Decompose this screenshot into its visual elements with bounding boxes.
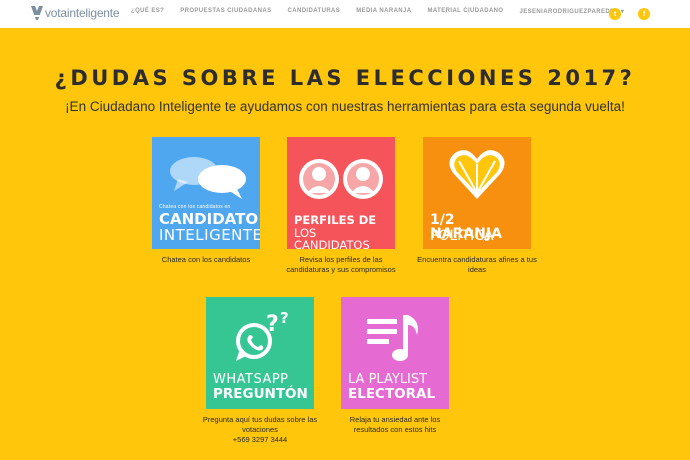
vote-logo-icon [31,6,43,20]
chat-bubbles-icon [170,157,246,199]
svg-text:?: ? [280,309,289,327]
music-note-icon [367,315,418,361]
candidate-profiles-icon [299,159,383,199]
card-caption: Relaja tu ansiedad ante los resultados c… [349,415,441,435]
brand-name: votainteligente [45,6,120,20]
card-title-line1: PERFILES DE [294,213,377,227]
chevron-down-icon: ▾ [620,9,625,15]
caption-text: Pregunta aquí tus dudas sobre las votaci… [202,415,318,435]
card-title-line2: POLÍTICA [430,228,494,244]
nav-item-candidaturas[interactable]: CANDIDATURAS [288,8,341,15]
nav-item-media-naranja[interactable]: MEDIA NARANJA [356,8,411,15]
card-title-line2: ELECTORAL [348,386,436,402]
nav-item-propuestas[interactable]: PROPUESTAS CIUDADANAS [180,8,271,15]
card-caption: Chatea con los candidatos [161,255,251,264]
card-title-line2: INTELIGENTE [159,226,260,244]
tool-card-playlist[interactable]: LA PLAYLIST ELECTORAL [341,297,449,409]
card-caption: Encuentra candidaturas afines a tus idea… [417,255,537,275]
top-navbar: votainteligente ¿QUÉ ES? PROPUESTAS CIUD… [0,0,690,28]
orange-heart-icon [449,150,505,199]
card-caption: Revisa los perfiles de las candidaturas … [286,255,396,275]
main-nav: ¿QUÉ ES? PROPUESTAS CIUDADANAS CANDIDATU… [131,8,640,15]
whatsapp-phone[interactable]: +569 3297 3444 [196,435,324,445]
tool-card-perfiles[interactable]: PERFILES DE LOS CANDIDATOS [287,137,395,249]
tool-card-whatsapp[interactable]: ? ? WHATSAPP PREGUNTÓN [206,297,314,409]
twitter-icon[interactable]: t [609,8,621,20]
tool-card-candidato-inteligente[interactable]: Chatea con los candidatos en CANDIDATO I… [152,137,260,249]
card-title-line1: WHATSAPP [213,372,289,387]
card-title-line1: CANDIDATO [159,210,259,228]
card-title-line2: LOS CANDIDATOS [294,226,370,249]
card-title-line1: LA PLAYLIST [348,372,428,387]
tool-card-media-naranja[interactable]: 1/2 NARANJA POLÍTICA [423,137,531,249]
nav-item-que-es[interactable]: ¿QUÉ ES? [131,8,164,15]
page-title: ¿DUDAS SOBRE LAS ELECCIONES 2017? [54,66,636,90]
user-name: JESENIARODRIGUEZPAREDES [519,9,619,15]
page-subtitle: ¡En Ciudadano Inteligente te ayudamos co… [65,99,625,114]
whatsapp-question-icon: ? ? [236,309,289,361]
svg-text:?: ? [266,312,279,337]
brand-logo[interactable]: votainteligente [30,3,120,23]
nav-item-material[interactable]: MATERIAL CIUDADANO [428,8,504,15]
facebook-icon[interactable]: f [638,8,650,20]
card-caption: Pregunta aquí tus dudas sobre las votaci… [196,415,324,445]
card-title-line2: PREGUNTÓN [213,386,308,402]
